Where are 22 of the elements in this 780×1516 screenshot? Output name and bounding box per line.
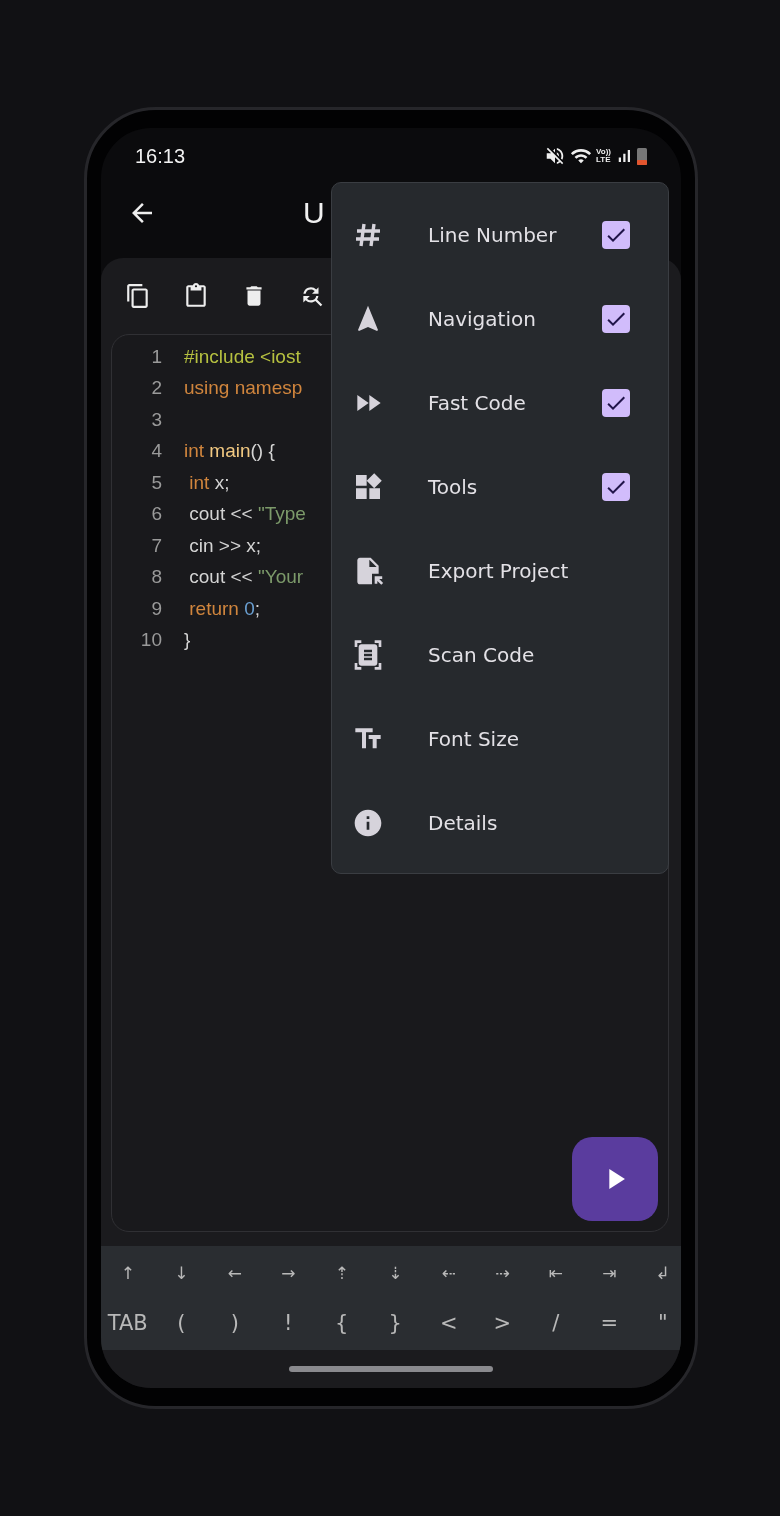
code-line: cout << "Your bbox=[188, 566, 304, 589]
code-line: int main() { bbox=[184, 440, 275, 463]
code-line: int x; bbox=[188, 471, 230, 494]
line-number: 3 bbox=[150, 408, 162, 431]
line-number: 5 bbox=[150, 471, 162, 494]
screen-title: U bbox=[303, 196, 325, 230]
line-number: 7 bbox=[150, 534, 162, 557]
line-number: 10 bbox=[139, 629, 162, 652]
network-label: Vo)) LTE bbox=[596, 148, 611, 164]
line-number: 1 bbox=[150, 345, 162, 368]
line-number: 4 bbox=[150, 440, 162, 463]
code-line: using namesp bbox=[184, 377, 303, 400]
line-number: 2 bbox=[150, 377, 162, 400]
code-line: } bbox=[184, 629, 191, 652]
code-line: cout << "Type bbox=[188, 503, 306, 526]
line-number: 8 bbox=[150, 566, 162, 589]
code-line: #include <iost bbox=[184, 345, 301, 368]
line-number: 9 bbox=[150, 597, 162, 620]
code-line: cin >> x; bbox=[188, 534, 262, 557]
status-time: 16:13 bbox=[135, 144, 186, 168]
code-line: return 0; bbox=[188, 597, 261, 620]
line-number: 6 bbox=[150, 503, 162, 526]
